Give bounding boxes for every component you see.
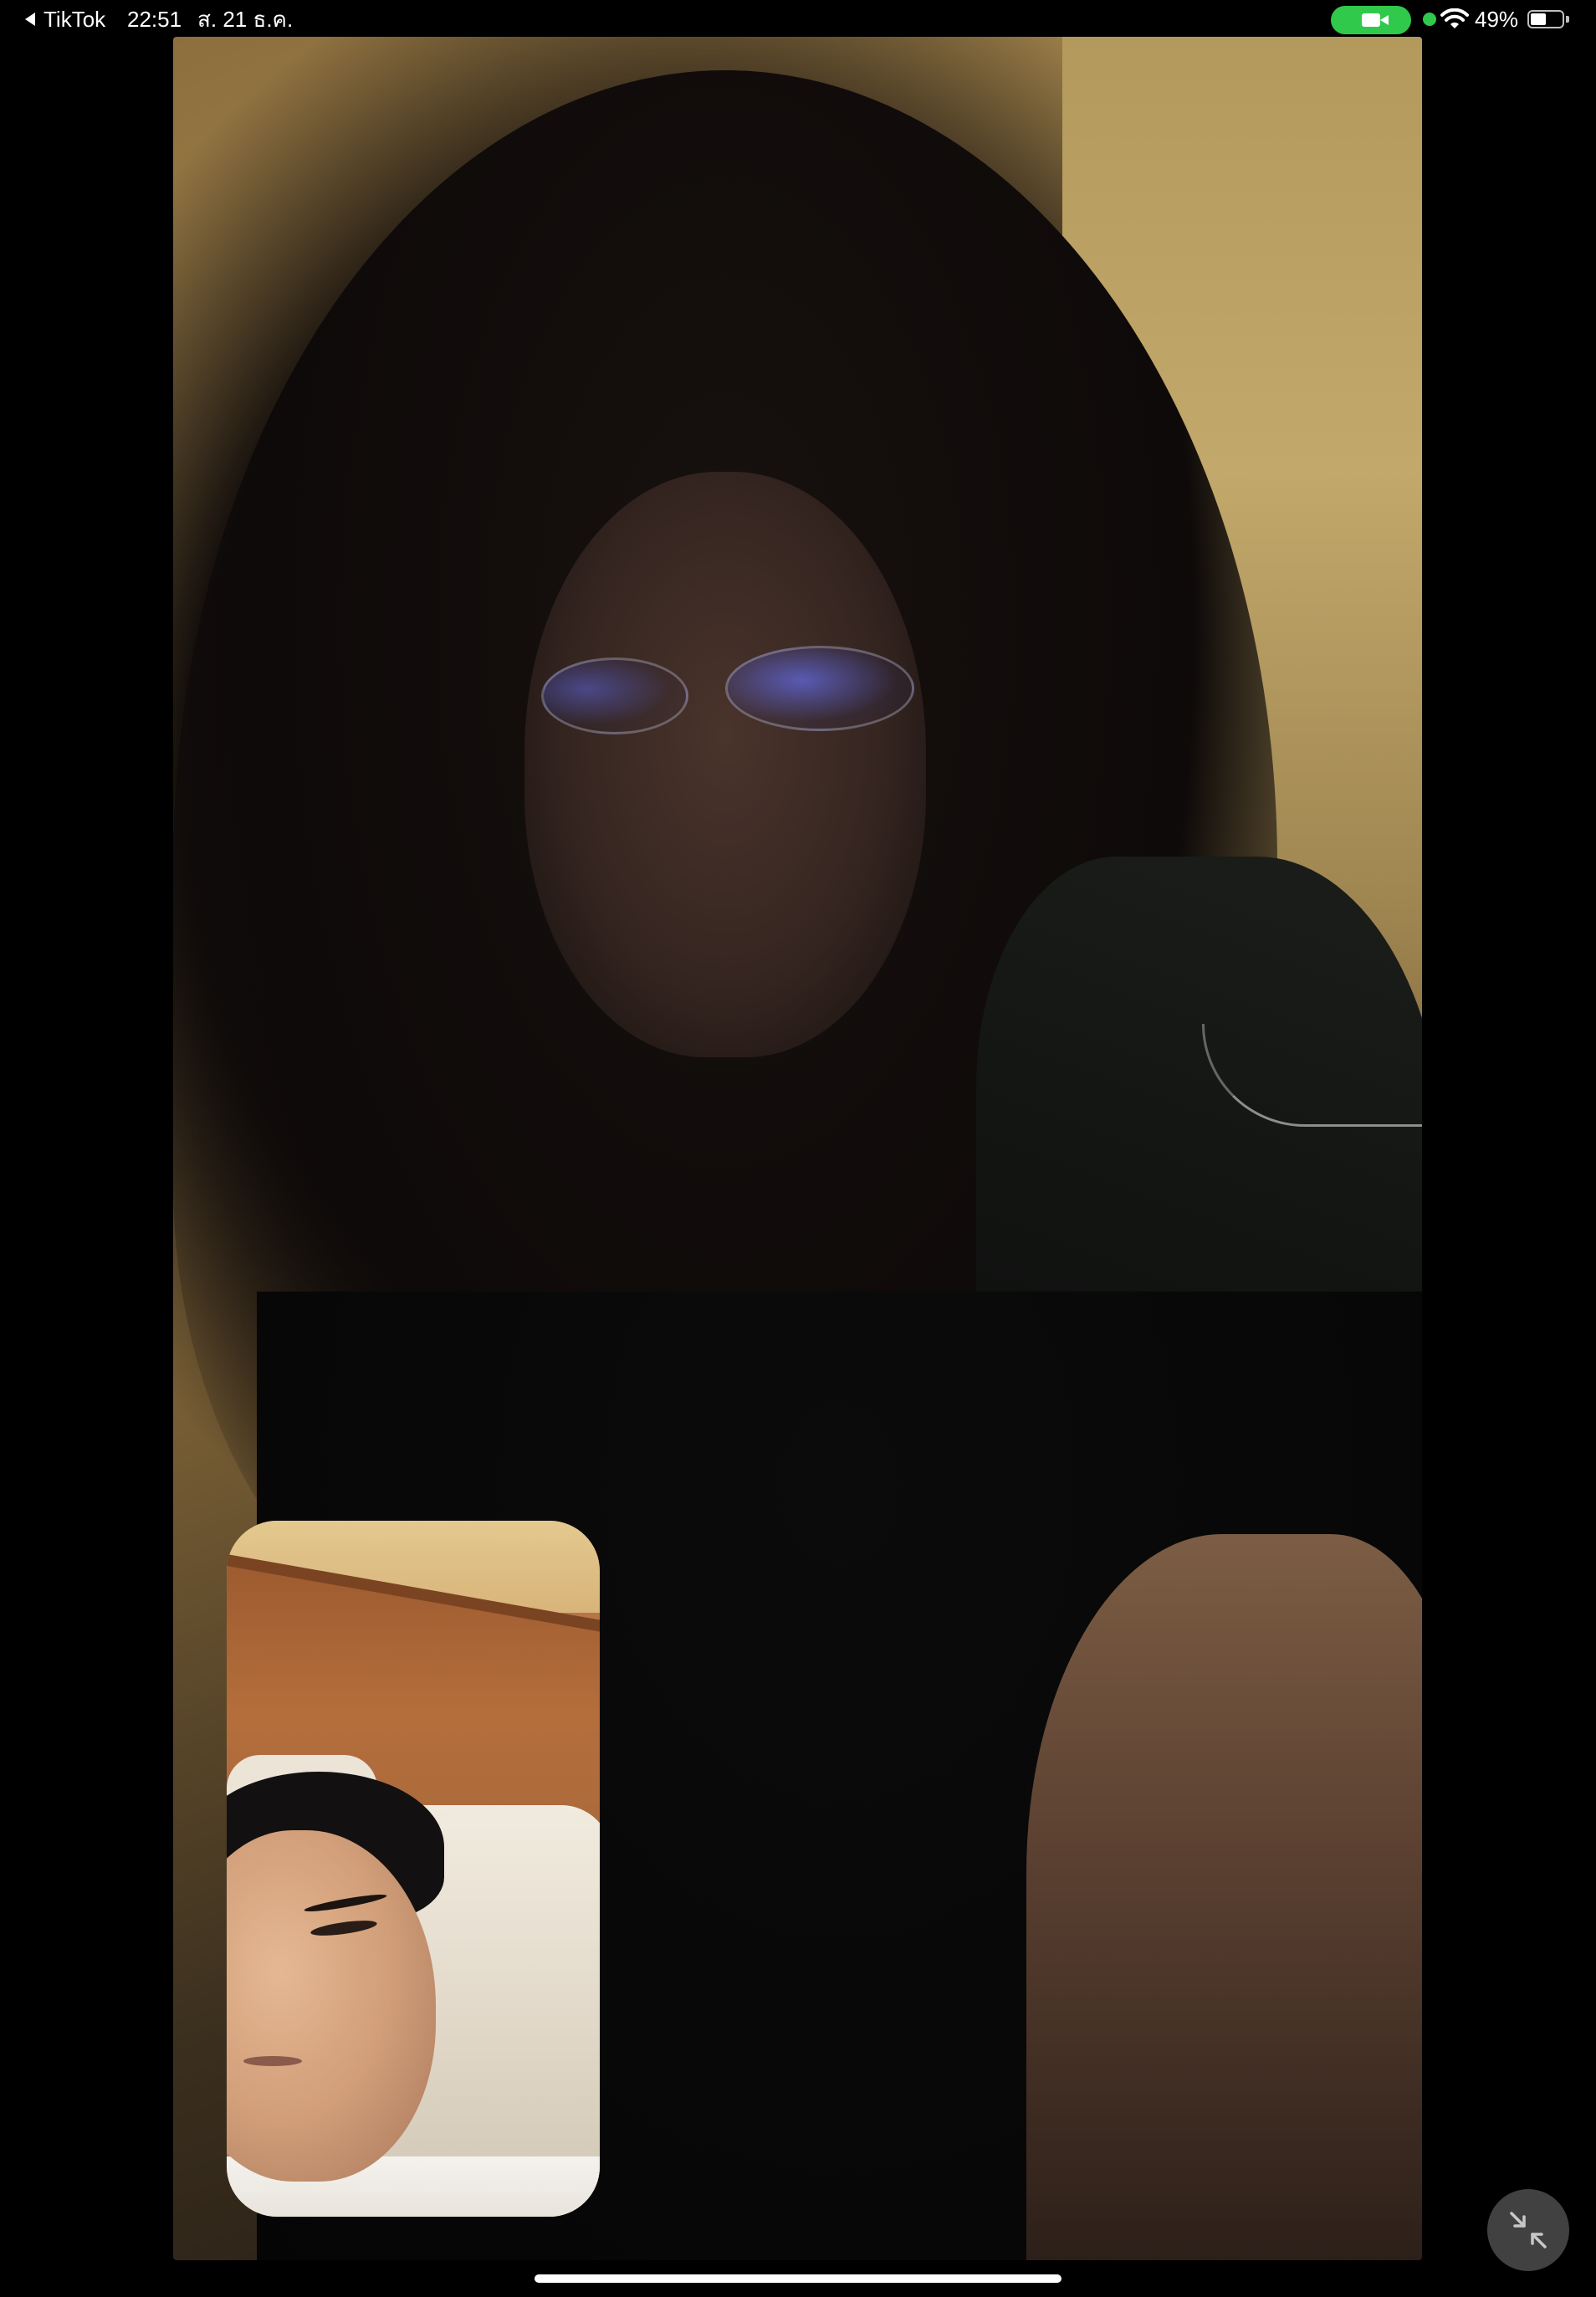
back-to-app-button[interactable]: TikTok: [25, 5, 105, 33]
status-time: 22:51: [127, 7, 182, 32]
back-arrow-icon: [25, 13, 35, 26]
video-camera-icon: [1362, 13, 1389, 27]
status-date: ส. 21 ธ.ค.: [197, 7, 294, 32]
battery-cap: [1566, 16, 1569, 23]
collapse-arrows-icon: [1510, 2212, 1547, 2248]
back-app-label: TikTok: [43, 7, 106, 32]
minimize-call-button[interactable]: [1487, 2189, 1569, 2271]
battery-percentage: 49%: [1475, 7, 1519, 32]
battery-level-fill: [1531, 13, 1546, 25]
wifi-icon: [1440, 8, 1469, 28]
remote-person-face: [524, 472, 926, 1057]
glasses-right-lens: [725, 646, 914, 731]
battery-icon: [1527, 10, 1564, 28]
camera-in-use-dot-icon: [1423, 13, 1436, 26]
glasses-left-lens: [541, 657, 688, 734]
self-camera-preview[interactable]: [227, 1521, 600, 2217]
camera-in-use-pill[interactable]: [1331, 6, 1411, 34]
remote-person-arm: [1026, 1534, 1422, 2260]
self-view-mouth: [243, 2056, 302, 2066]
home-indicator[interactable]: [535, 2274, 1061, 2283]
status-bar: TikTok 22:51 ส. 21 ธ.ค. 49%: [0, 0, 1596, 37]
